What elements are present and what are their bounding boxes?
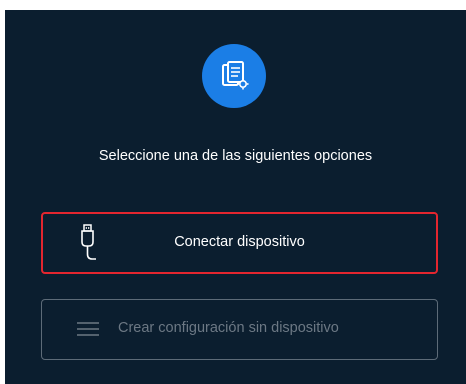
create-config-button[interactable]: Crear configuración sin dispositivo	[41, 299, 438, 360]
document-settings-icon	[222, 61, 249, 90]
app-logo	[202, 44, 266, 108]
connect-device-button[interactable]: Conectar dispositivo	[41, 212, 438, 274]
instructions-text: Seleccione una de las siguientes opcione…	[98, 148, 373, 164]
create-config-label: Crear configuración sin dispositivo	[118, 320, 339, 336]
menu-lines-icon	[76, 321, 100, 342]
connect-device-label: Conectar dispositivo	[174, 234, 305, 250]
options-panel: Seleccione una de las siguientes opcione…	[5, 10, 466, 384]
